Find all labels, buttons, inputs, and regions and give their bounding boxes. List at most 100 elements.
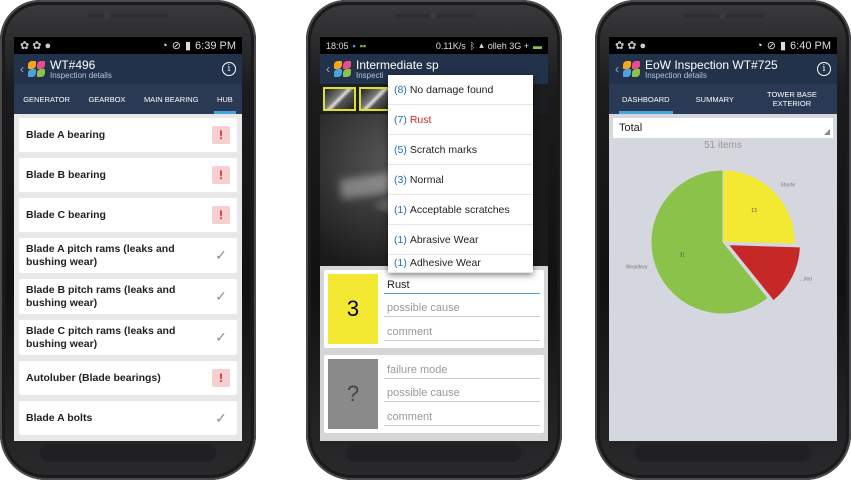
option-count: (1) — [394, 233, 407, 246]
butterfly-logo-icon — [623, 61, 641, 77]
pie-chart: 31 Wear/tear 13 Shorte 7 ...iled — [626, 169, 812, 315]
check-icon[interactable]: ✓ — [212, 409, 230, 427]
battery-icon: ▮ — [184, 40, 192, 52]
clock: 6:39 PM — [195, 39, 236, 52]
dropdown-option[interactable]: (3) Normal — [388, 165, 533, 195]
slice-value-label: 31 — [679, 252, 685, 258]
severity-box[interactable]: ? — [328, 359, 378, 429]
option-label: Adhesive Wear — [409, 257, 481, 269]
failure-card: ? failure mode possible cause comment — [324, 355, 544, 433]
tab-bar: GENERATOR GEARBOX MAIN BEARING HUB — [14, 84, 242, 114]
carrier: olleh 3G + — [487, 40, 529, 51]
battery-icon: ▬ — [533, 40, 542, 51]
app-title: EoW Inspection WT#725 — [645, 57, 778, 72]
dropdown-option[interactable]: (8) No damage found — [388, 75, 533, 105]
option-label: Scratch marks — [409, 143, 477, 156]
option-count: (8) — [394, 83, 407, 96]
back-chevron-icon[interactable]: ‹ — [326, 62, 330, 76]
status-bar: 18:05 ▪ ▪▪ 0.11K/s ᛒ ▴ olleh 3G + ▬ — [320, 37, 548, 54]
camera — [719, 12, 726, 19]
dropdown-option[interactable]: (7) Rust — [388, 105, 533, 135]
list-item[interactable]: Blade A pitch rams (leaks and bushing we… — [19, 238, 237, 273]
items-count: 51 items — [704, 140, 742, 151]
item-label: Blade A bearing — [26, 128, 106, 141]
list-item[interactable]: Blade B pitch rams (leaks and bushing we… — [19, 279, 237, 314]
app-bar: ‹ EoW Inspection WT#725 Inspection detai… — [609, 54, 837, 84]
tab-dashboard[interactable]: DASHBOARD — [619, 84, 673, 114]
tab-gearbox[interactable]: GEARBOX — [85, 84, 128, 114]
app-subtitle: Inspection details — [645, 70, 707, 80]
possible-cause-input[interactable]: possible cause — [384, 385, 540, 403]
notification-icon: ▪▪ — [359, 40, 367, 51]
alert-icon[interactable]: ! — [212, 126, 230, 144]
item-label: Blade C pitch rams (leaks and bushing we… — [26, 325, 176, 350]
list-item[interactable]: Blade C pitch rams (leaks and bushing we… — [19, 320, 237, 355]
list-item[interactable]: Blade A bolts ✓ — [19, 401, 237, 435]
slice-category-label: ...iled — [800, 276, 812, 282]
dropdown-option[interactable]: (1) Acceptable scratches — [388, 195, 533, 225]
tab-summary[interactable]: SUMMARY — [693, 84, 737, 114]
app-title: WT#496 — [50, 57, 96, 72]
check-icon[interactable]: ✓ — [212, 288, 230, 306]
option-count: (5) — [394, 143, 407, 156]
status-bar: ✿ ✿ ● ◔ ⊘ ▮ 6:39 PM — [14, 37, 242, 54]
back-chevron-icon[interactable]: ‹ — [20, 62, 24, 76]
list-item[interactable]: Blade A bearing ! — [19, 118, 237, 152]
slice-value-label: 13 — [751, 208, 757, 214]
clock: 18:05 — [326, 40, 349, 51]
failure-mode-dropdown: (8) No damage found (7) Rust (5) Scratch ma… — [388, 75, 533, 273]
photo-thumbnail[interactable] — [323, 87, 356, 111]
pie-slice[interactable] — [722, 169, 796, 245]
failure-card: 3 Rust possible cause comment — [324, 270, 544, 348]
butterfly-logo-icon — [334, 61, 352, 77]
app-notification-icon: ✿ ✿ ● — [615, 40, 647, 52]
alert-icon[interactable]: ! — [212, 369, 230, 387]
option-label: Normal — [409, 173, 444, 186]
alert-icon[interactable]: ! — [212, 206, 230, 224]
list-item[interactable]: Autoluber (Blade bearings) ! — [19, 361, 237, 395]
tab-hub[interactable]: HUB — [213, 84, 236, 114]
list-item[interactable]: Blade B bearing ! — [19, 158, 237, 192]
failure-mode-input[interactable]: Rust — [384, 277, 540, 295]
item-label: Blade B bearing — [26, 168, 106, 181]
screen-3: ✿ ✿ ● ◔ ⊘ ▮ 6:40 PM ‹ EoW Inspection WT#… — [609, 37, 837, 441]
option-label: Abrasive Wear — [409, 233, 479, 246]
item-label: Blade C bearing — [26, 208, 106, 221]
net-speed: 0.11K/s — [435, 40, 466, 51]
comment-input[interactable]: comment — [384, 409, 540, 426]
info-icon[interactable]: i — [817, 62, 831, 76]
back-chevron-icon[interactable]: ‹ — [615, 62, 619, 76]
check-icon[interactable]: ✓ — [212, 247, 230, 265]
app-title: Intermediate sp — [356, 57, 439, 72]
option-label: Acceptable scratches — [409, 203, 510, 216]
option-count: (7) — [394, 113, 407, 126]
status-bar: ✿ ✿ ● ◔ ⊘ ▮ 6:40 PM — [609, 37, 837, 54]
tab-main-bearing[interactable]: MAIN BEARING — [141, 84, 202, 114]
slice-category-label: Shorte — [780, 182, 795, 188]
app-bar: ‹ WT#496 Inspection details i — [14, 54, 242, 84]
tab-generator[interactable]: GENERATOR — [20, 84, 73, 114]
camera — [430, 12, 437, 19]
option-count: (1) — [394, 203, 407, 216]
possible-cause-input[interactable]: possible cause — [384, 300, 540, 318]
phone-1: ✿ ✿ ● ◔ ⊘ ▮ 6:39 PM ‹ WT#496 Inspection … — [0, 0, 256, 480]
dropdown-option[interactable]: (1) Adhesive Wear — [388, 255, 533, 273]
item-label: Autoluber (Blade bearings) — [26, 371, 161, 384]
info-icon[interactable]: i — [222, 62, 236, 76]
item-label: Blade A bolts — [26, 411, 93, 424]
failure-mode-input[interactable]: failure mode — [384, 362, 540, 380]
dropdown-option[interactable]: (1) Abrasive Wear — [388, 225, 533, 255]
filter-select[interactable]: Total — [613, 118, 833, 138]
dropdown-option[interactable]: (5) Scratch marks — [388, 135, 533, 165]
inspection-list: Blade A bearing ! Blade B bearing ! Blad… — [14, 114, 242, 441]
comment-input[interactable]: comment — [384, 324, 540, 341]
tab-tower-base-exterior[interactable]: TOWER BASE EXTERIOR — [757, 84, 827, 114]
app-subtitle: Inspection details — [50, 70, 112, 80]
check-icon[interactable]: ✓ — [212, 329, 230, 347]
wifi-icon: ◔ — [161, 39, 168, 52]
severity-box[interactable]: 3 — [328, 274, 378, 344]
screen-2: 18:05 ▪ ▪▪ 0.11K/s ᛒ ▴ olleh 3G + ▬ ‹ Int… — [320, 37, 548, 441]
alert-icon[interactable]: ! — [212, 166, 230, 184]
item-label: Blade B pitch rams (leaks and bushing we… — [26, 284, 176, 309]
list-item[interactable]: Blade C bearing ! — [19, 198, 237, 232]
